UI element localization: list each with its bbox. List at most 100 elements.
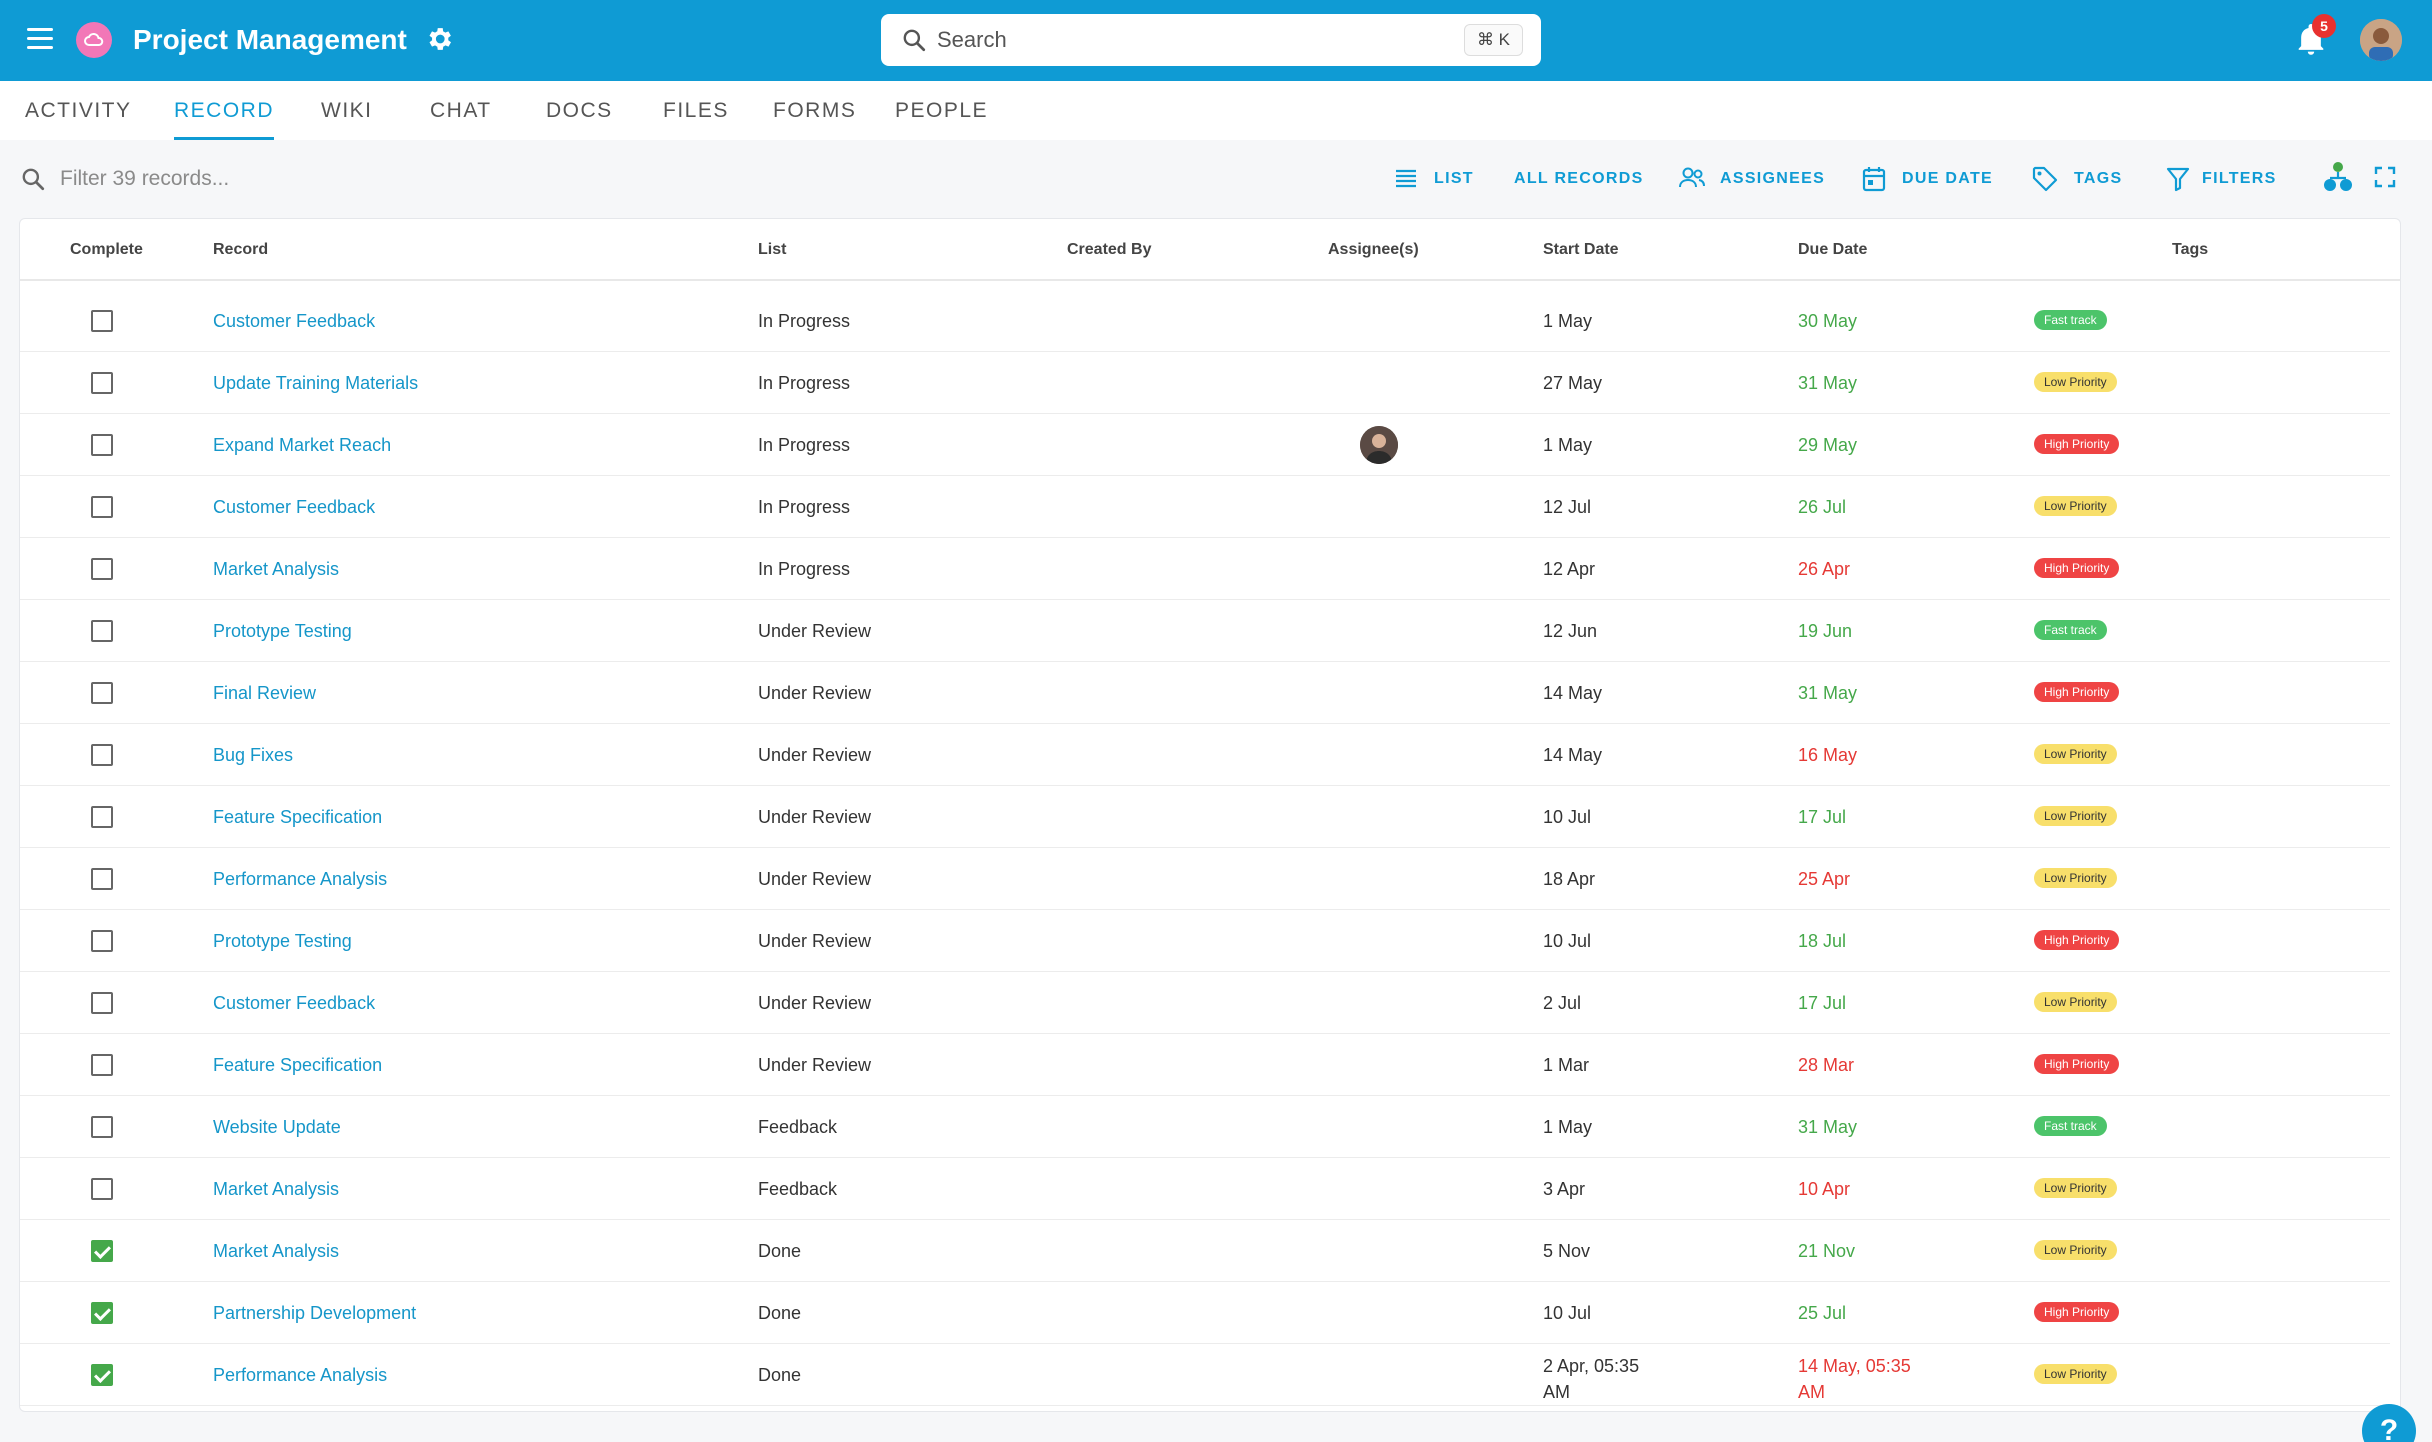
global-search[interactable]: ⌘ K — [881, 14, 1541, 66]
column-header-tags[interactable]: Tags — [2172, 241, 2208, 259]
search-input[interactable] — [937, 24, 1417, 56]
tag-badge[interactable]: Low Priority — [2034, 992, 2117, 1012]
user-avatar[interactable] — [2360, 19, 2402, 61]
tab-people[interactable]: PEOPLE — [895, 99, 988, 140]
table-row[interactable]: Customer Feedback In Progress 12 Jul 26 Jul… — [20, 476, 2390, 538]
complete-checkbox[interactable] — [91, 930, 113, 952]
record-link[interactable]: Customer Feedback — [213, 497, 375, 518]
tag-badge[interactable]: Low Priority — [2034, 1364, 2117, 1384]
complete-checkbox[interactable] — [91, 1178, 113, 1200]
assignee-avatar[interactable] — [1360, 426, 1398, 464]
tag-badge[interactable]: Low Priority — [2034, 744, 2117, 764]
complete-checkbox[interactable] — [91, 496, 113, 518]
complete-checkbox[interactable] — [91, 434, 113, 456]
table-row[interactable]: Customer Feedback In Progress 1 May 30 May F… — [20, 290, 2390, 352]
record-link[interactable]: Expand Market Reach — [213, 435, 391, 456]
record-link[interactable]: Market Analysis — [213, 1179, 339, 1200]
record-link[interactable]: Partnership Development — [213, 1303, 416, 1324]
filter-records-input[interactable] — [60, 162, 660, 196]
tag-badge[interactable]: High Priority — [2034, 682, 2120, 702]
record-link[interactable]: Feature Specification — [213, 807, 382, 828]
record-link[interactable]: Final Review — [213, 683, 316, 704]
column-header-record[interactable]: Record — [213, 241, 268, 259]
record-link[interactable]: Customer Feedback — [213, 311, 375, 332]
tab-record[interactable]: RECORD — [174, 99, 275, 140]
complete-checkbox[interactable] — [91, 1054, 113, 1076]
tag-badge[interactable]: Low Priority — [2034, 372, 2117, 392]
org-chart-button[interactable] — [2322, 158, 2354, 191]
settings-gear-icon[interactable] — [424, 24, 454, 54]
tab-chat[interactable]: CHAT — [430, 99, 492, 140]
table-row[interactable]: Prototype Testing Under Review 12 Jun 19 Ju… — [20, 600, 2390, 662]
table-row[interactable]: Market Analysis Feedback 3 Apr 10 Apr Low Pr… — [20, 1158, 2390, 1220]
complete-checkbox[interactable] — [91, 372, 113, 394]
tag-badge[interactable]: Low Priority — [2034, 868, 2117, 888]
table-row[interactable]: Feature Specification Under Review 1 Mar 28… — [20, 1034, 2390, 1096]
record-link[interactable]: Prototype Testing — [213, 621, 352, 642]
table-row[interactable]: Expand Market Reach In Progress 1 May 29 Ma… — [20, 414, 2390, 476]
table-row[interactable]: Prototype Testing Under Review 10 Jul 18 Ju… — [20, 910, 2390, 972]
complete-checkbox[interactable] — [91, 1240, 113, 1262]
tag-badge[interactable]: Fast track — [2034, 310, 2107, 330]
complete-checkbox[interactable] — [91, 1116, 113, 1138]
tag-badge[interactable]: Low Priority — [2034, 806, 2117, 826]
complete-checkbox[interactable] — [91, 558, 113, 580]
record-link[interactable]: Update Training Materials — [213, 373, 418, 394]
table-row[interactable]: Update Training Materials In Progress 27 M… — [20, 352, 2390, 414]
column-header-created-by[interactable]: Created By — [1067, 241, 1151, 259]
tag-badge[interactable]: Fast track — [2034, 1116, 2107, 1136]
all-records-button[interactable]: ALL RECORDS — [1514, 164, 1674, 194]
table-row[interactable]: Performance Analysis Under Review 18 Apr 25… — [20, 848, 2390, 910]
complete-checkbox[interactable] — [91, 1302, 113, 1324]
tag-badge[interactable]: High Priority — [2034, 1054, 2120, 1074]
column-header-list[interactable]: List — [758, 241, 786, 259]
menu-icon[interactable] — [27, 28, 53, 50]
filters-button[interactable]: FILTERS — [2166, 164, 2286, 194]
complete-checkbox[interactable] — [91, 310, 113, 332]
tag-badge[interactable]: High Priority — [2034, 434, 2120, 454]
complete-checkbox[interactable] — [91, 744, 113, 766]
record-link[interactable]: Bug Fixes — [213, 745, 293, 766]
tab-files[interactable]: FILES — [663, 99, 729, 140]
table-row[interactable]: Bug Fixes Under Review 14 May 16 May Low Pri… — [20, 724, 2390, 786]
complete-checkbox[interactable] — [91, 1364, 113, 1386]
column-header-due-date[interactable]: Due Date — [1798, 241, 1867, 259]
complete-checkbox[interactable] — [91, 620, 113, 642]
assignees-button[interactable]: ASSIGNEES — [1678, 164, 1824, 194]
column-header-assignees[interactable]: Assignee(s) — [1328, 241, 1419, 259]
table-row[interactable]: Customer Feedback Under Review 2 Jul 17 Jul… — [20, 972, 2390, 1034]
complete-checkbox[interactable] — [91, 868, 113, 890]
column-header-start-date[interactable]: Start Date — [1543, 241, 1619, 259]
tags-button[interactable]: TAGS — [2032, 164, 2122, 194]
table-row[interactable]: Website Update Feedback 1 May 31 May Fast tr… — [20, 1096, 2390, 1158]
table-row[interactable]: Feature Specification Under Review 10 Jul 1… — [20, 786, 2390, 848]
tag-badge[interactable]: High Priority — [2034, 930, 2120, 950]
tab-wiki[interactable]: WIKI — [321, 99, 373, 140]
tab-forms[interactable]: FORMS — [773, 99, 856, 140]
record-link[interactable]: Market Analysis — [213, 559, 339, 580]
complete-checkbox[interactable] — [91, 992, 113, 1014]
table-row[interactable]: Performance Analysis Done 2 Apr, 05:35 AM 1… — [20, 1344, 2390, 1406]
complete-checkbox[interactable] — [91, 806, 113, 828]
column-header-complete[interactable]: Complete — [70, 241, 143, 259]
tag-badge[interactable]: High Priority — [2034, 1302, 2120, 1322]
tag-badge[interactable]: Fast track — [2034, 620, 2107, 640]
table-row[interactable]: Market Analysis Done 5 Nov 21 Nov Low Priori… — [20, 1220, 2390, 1282]
fullscreen-button[interactable] — [2374, 164, 2398, 194]
table-row[interactable]: Partnership Development Done 10 Jul 25 Jul H… — [20, 1282, 2390, 1344]
record-link[interactable]: Customer Feedback — [213, 993, 375, 1014]
record-link[interactable]: Prototype Testing — [213, 931, 352, 952]
record-link[interactable]: Performance Analysis — [213, 869, 387, 890]
record-link[interactable]: Website Update — [213, 1117, 341, 1138]
table-row[interactable]: Final Review Under Review 14 May 31 May High… — [20, 662, 2390, 724]
tab-docs[interactable]: DOCS — [546, 99, 613, 140]
complete-checkbox[interactable] — [91, 682, 113, 704]
record-link[interactable]: Market Analysis — [213, 1241, 339, 1262]
tag-badge[interactable]: High Priority — [2034, 558, 2120, 578]
record-link[interactable]: Performance Analysis — [213, 1365, 387, 1386]
tag-badge[interactable]: Low Priority — [2034, 1240, 2117, 1260]
record-link[interactable]: Feature Specification — [213, 1055, 382, 1076]
due-date-button[interactable]: DUE DATE — [1862, 164, 1992, 194]
tag-badge[interactable]: Low Priority — [2034, 1178, 2117, 1198]
tab-activity[interactable]: ACTIVITY — [25, 99, 132, 140]
